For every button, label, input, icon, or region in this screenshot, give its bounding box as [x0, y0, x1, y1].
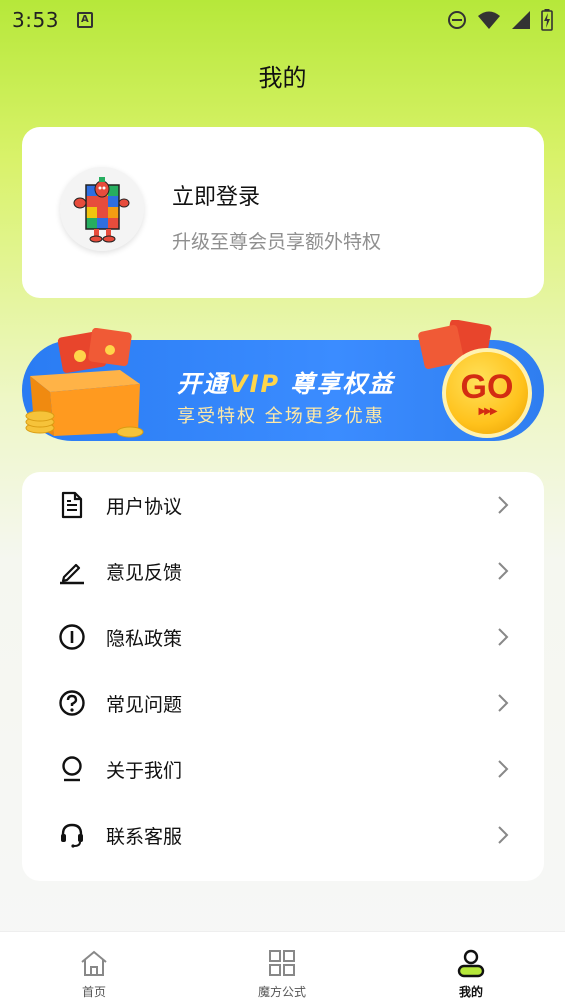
go-label: GO — [460, 367, 514, 406]
login-card[interactable]: 立即登录 升级至尊会员享额外特权 — [22, 127, 544, 298]
chevron-right-icon — [498, 760, 509, 778]
menu-item-label: 意见反馈 — [106, 561, 183, 584]
text-notification-icon: A — [76, 12, 93, 28]
login-subtitle: 升级至尊会员享额外特权 — [172, 231, 382, 253]
menu-item-about-us[interactable]: 关于我们 — [22, 736, 544, 802]
page-title: 我的 — [258, 64, 307, 92]
vip-title-highlight: VIP — [229, 370, 281, 398]
nav-label: 首页 — [81, 985, 106, 999]
nav-item-mine[interactable]: 我的 — [411, 932, 531, 1004]
chevron-right-icon — [498, 562, 509, 580]
gift-box-icon — [25, 328, 144, 438]
login-title[interactable]: 立即登录 — [172, 179, 260, 211]
info-circle-icon — [58, 623, 86, 651]
status-time: 3:53 — [12, 8, 59, 32]
headset-icon — [58, 821, 86, 849]
vip-title-part2: 尊享权益 — [280, 370, 395, 398]
chevron-right-icon — [498, 826, 509, 844]
grid-icon — [269, 950, 295, 976]
nav-label: 魔方公式 — [257, 985, 306, 999]
vip-title-part1: 开通 — [177, 370, 229, 398]
vip-subtitle: 享受特权 全场更多优惠 — [177, 406, 385, 427]
signal-icon — [512, 11, 530, 29]
chevron-right-icon — [498, 628, 509, 646]
menu-item-label: 联系客服 — [106, 825, 183, 848]
menu-item-label: 关于我们 — [106, 759, 183, 782]
menu-item-label: 用户协议 — [106, 495, 183, 518]
rubiks-cube-mascot-avatar — [73, 177, 130, 243]
document-icon — [58, 491, 86, 519]
question-circle-icon — [58, 689, 86, 717]
menu-item-faq[interactable]: 常见问题 — [22, 670, 544, 736]
menu-card: 用户协议 意见反馈 隐私政策 常见问题 关于我们 联系客服 — [22, 472, 544, 881]
menu-item-privacy-policy[interactable]: 隐私政策 — [22, 604, 544, 670]
home-icon — [81, 950, 107, 976]
chevron-right-icon — [498, 496, 509, 514]
menu-item-label: 常见问题 — [106, 693, 183, 716]
status-icons — [447, 9, 553, 31]
vip-title: 开通VIP 尊享权益 — [177, 364, 394, 399]
menu-item-customer-service[interactable]: 联系客服 — [22, 802, 544, 868]
lightbulb-icon — [58, 755, 86, 783]
user-icon — [457, 949, 485, 978]
chevron-right-icon — [498, 694, 509, 712]
vip-banner[interactable]: 开通VIP 尊享权益 享受特权 全场更多优惠 GO ▶▶▶ — [22, 320, 544, 441]
pencil-icon — [58, 557, 86, 585]
menu-item-feedback[interactable]: 意见反馈 — [22, 538, 544, 604]
dnd-icon — [448, 11, 466, 29]
menu-item-label: 隐私政策 — [106, 627, 183, 650]
wifi-icon — [478, 11, 500, 29]
bottom-nav: 首页 魔方公式 我的 — [0, 931, 565, 1004]
go-button[interactable]: GO ▶▶▶ — [442, 348, 532, 438]
battery-icon — [541, 9, 553, 31]
nav-label: 我的 — [458, 985, 483, 999]
nav-item-home[interactable]: 首页 — [34, 932, 154, 1004]
menu-item-user-agreement[interactable]: 用户协议 — [22, 472, 544, 538]
play-arrows-icon: ▶▶▶ — [478, 405, 497, 417]
nav-item-cube-formula[interactable]: 魔方公式 — [222, 932, 342, 1004]
status-bar: 3:53 A — [0, 0, 565, 40]
avatar[interactable] — [60, 167, 144, 251]
